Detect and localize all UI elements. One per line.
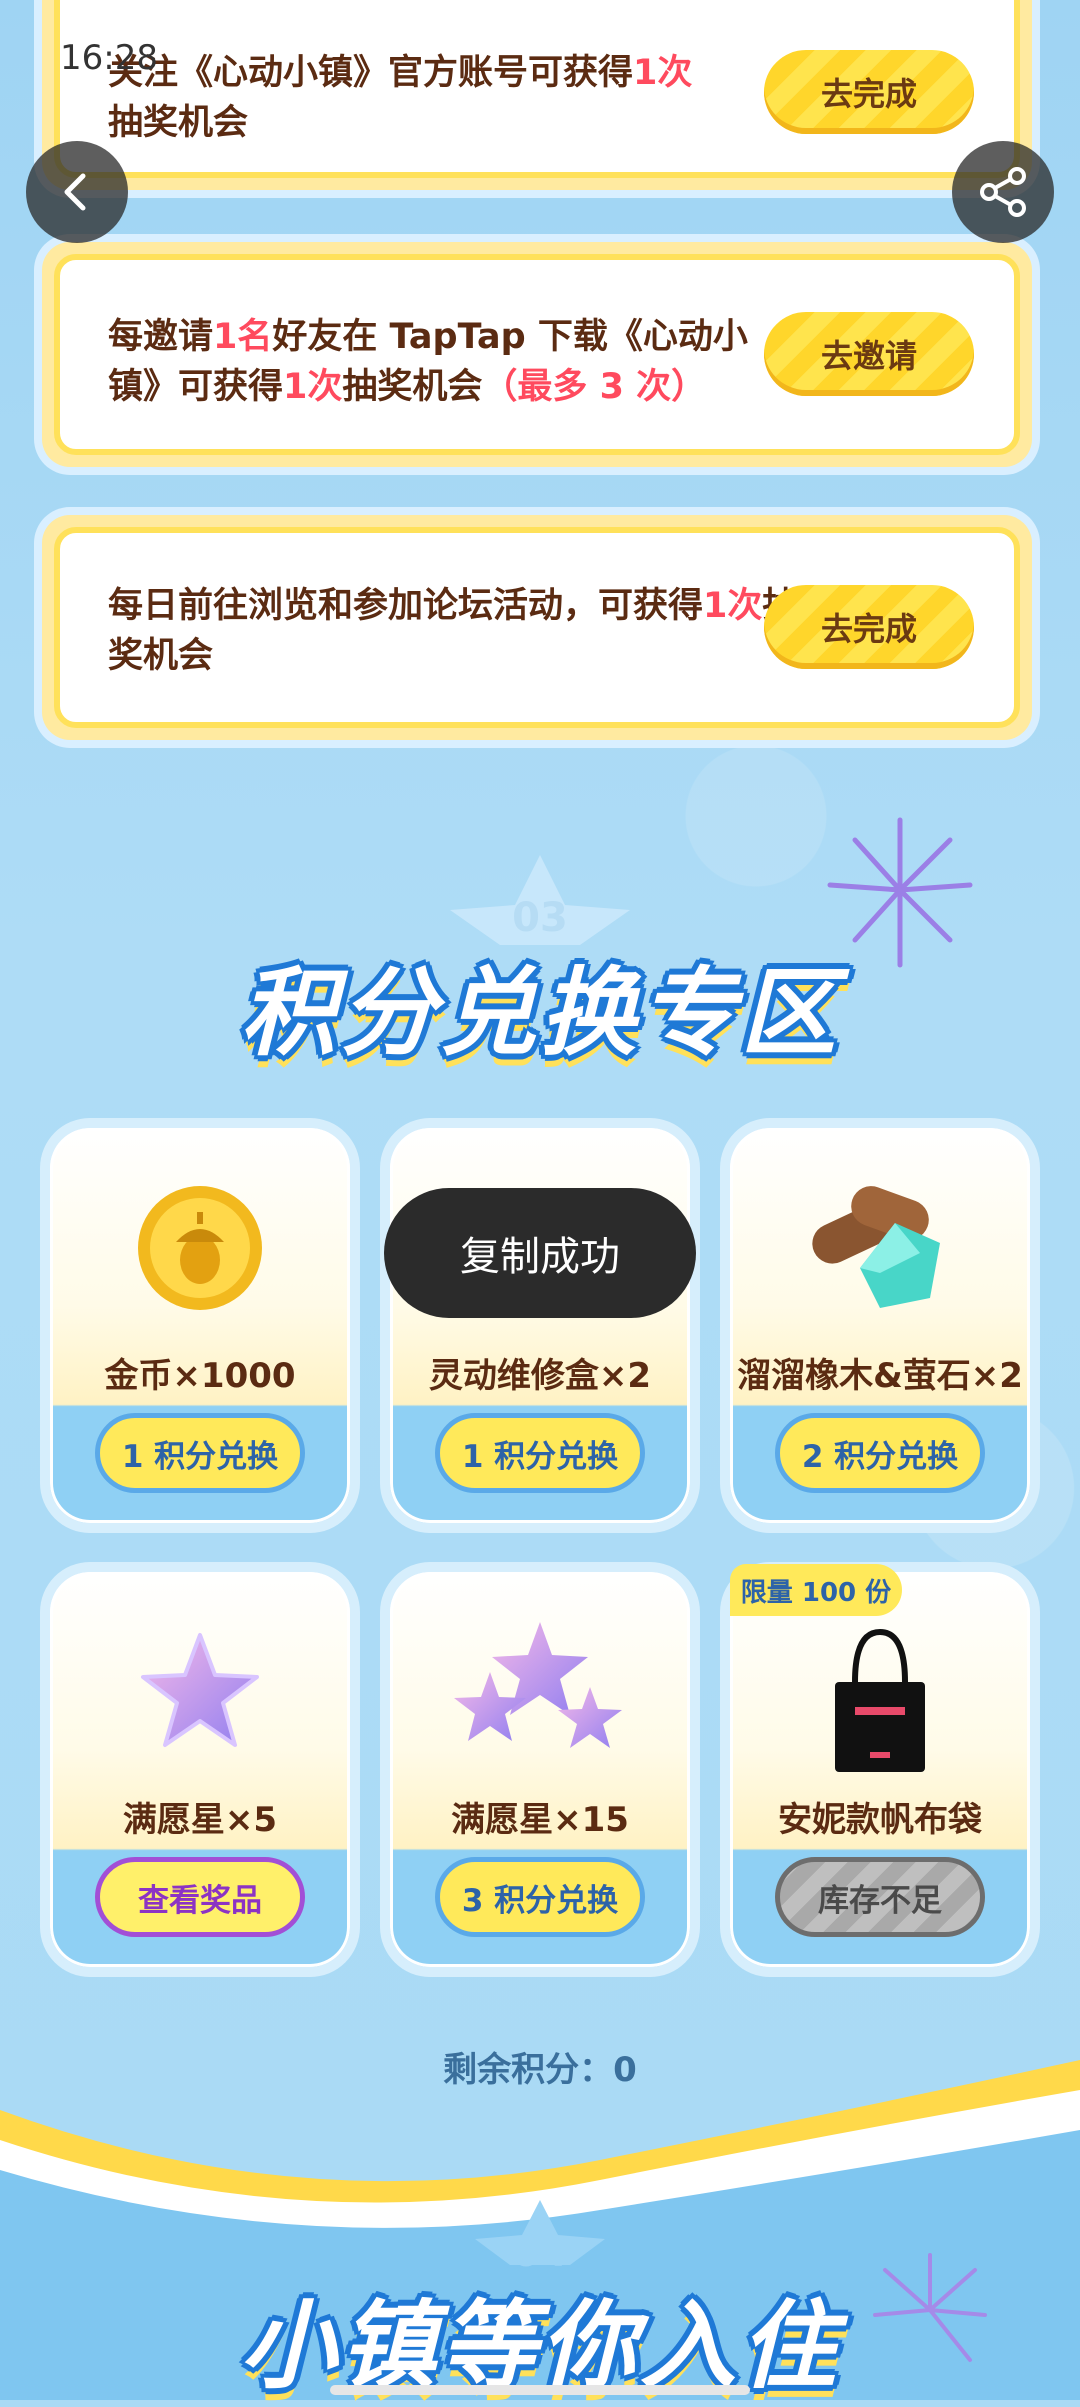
complete-button[interactable]: 去完成 [764,50,974,134]
reward-name: 满愿星×5 [122,1800,278,1840]
reward-name: 金币×1000 [104,1356,296,1396]
fireworks-decoration [873,2253,987,2362]
exchange-button[interactable]: 3 积分兑换 [435,1857,645,1937]
status-time: 16:28 [60,38,158,78]
exchange-button[interactable]: 2 积分兑换 [775,1413,985,1493]
task-card-follow: 关注《心动小镇》官方账号可获得1次 抽奖机会 去完成 [42,0,1032,190]
reward-name: 溜溜橡木&萤石×2 [737,1356,1023,1396]
view-prize-button[interactable]: 查看奖品 [95,1857,305,1937]
wish-stars-icon [390,1612,690,1772]
reward-card-wish-star-5: 满愿星×5 查看奖品 [50,1572,350,1967]
task-text: 关注《心动小镇》官方账号可获得1次 抽奖机会 [108,53,693,143]
task-card-inner: 关注《心动小镇》官方账号可获得1次 抽奖机会 去完成 [54,0,1020,178]
task-card-inner: 每邀请1名好友在 TapTap 下载《心动小镇》可获得1次抽奖机会（最多 3 次… [54,254,1020,455]
share-icon [980,167,1026,217]
limited-tag: 限量 100 份 [730,1564,902,1616]
reward-card-tote-bag: 限量 100 份 安妮款帆布袋 库存不足 [730,1564,1030,1967]
home-indicator[interactable] [330,2385,750,2395]
tote-bag-icon [730,1622,1030,1782]
out-of-stock-button: 库存不足 [775,1857,985,1937]
reward-name: 安妮款帆布袋 [778,1800,982,1840]
reward-card-coins: 金币×1000 1 积分兑换 [50,1128,350,1523]
reward-name: 灵动维修盒×2 [428,1356,652,1396]
reward-name: 满愿星×15 [451,1800,629,1840]
exchange-button[interactable]: 1 积分兑换 [95,1413,305,1493]
back-button[interactable] [26,141,128,243]
task-card-forum: 每日前往浏览和参加论坛活动，可获得1次抽奖机会 去完成 [42,515,1032,740]
reward-card-wood-gem: 溜溜橡木&萤石×2 2 积分兑换 [730,1128,1030,1523]
back-arrow-icon [64,173,86,211]
share-button[interactable] [952,141,1054,243]
task-card-invite: 每邀请1名好友在 TapTap 下载《心动小镇》可获得1次抽奖机会（最多 3 次… [42,242,1032,467]
wish-star-icon [50,1612,350,1772]
exchange-button[interactable]: 1 积分兑换 [435,1413,645,1493]
invite-button[interactable]: 去邀请 [764,312,974,396]
task-card-inner: 每日前往浏览和参加论坛活动，可获得1次抽奖机会 去完成 [54,527,1020,728]
reward-card-wish-star-15: 满愿星×15 3 积分兑换 [390,1572,690,1967]
copy-success-toast: 复制成功 [384,1188,696,1318]
wood-gem-icon [730,1168,1030,1328]
coin-icon [50,1168,350,1328]
task-text: 每日前往浏览和参加论坛活动，可获得1次抽奖机会 [108,586,797,676]
complete-button[interactable]: 去完成 [764,585,974,669]
task-text: 每邀请1名好友在 TapTap 下载《心动小镇》可获得1次抽奖机会（最多 3 次… [108,317,748,407]
section-title: 积分兑换专区 [240,957,840,1069]
